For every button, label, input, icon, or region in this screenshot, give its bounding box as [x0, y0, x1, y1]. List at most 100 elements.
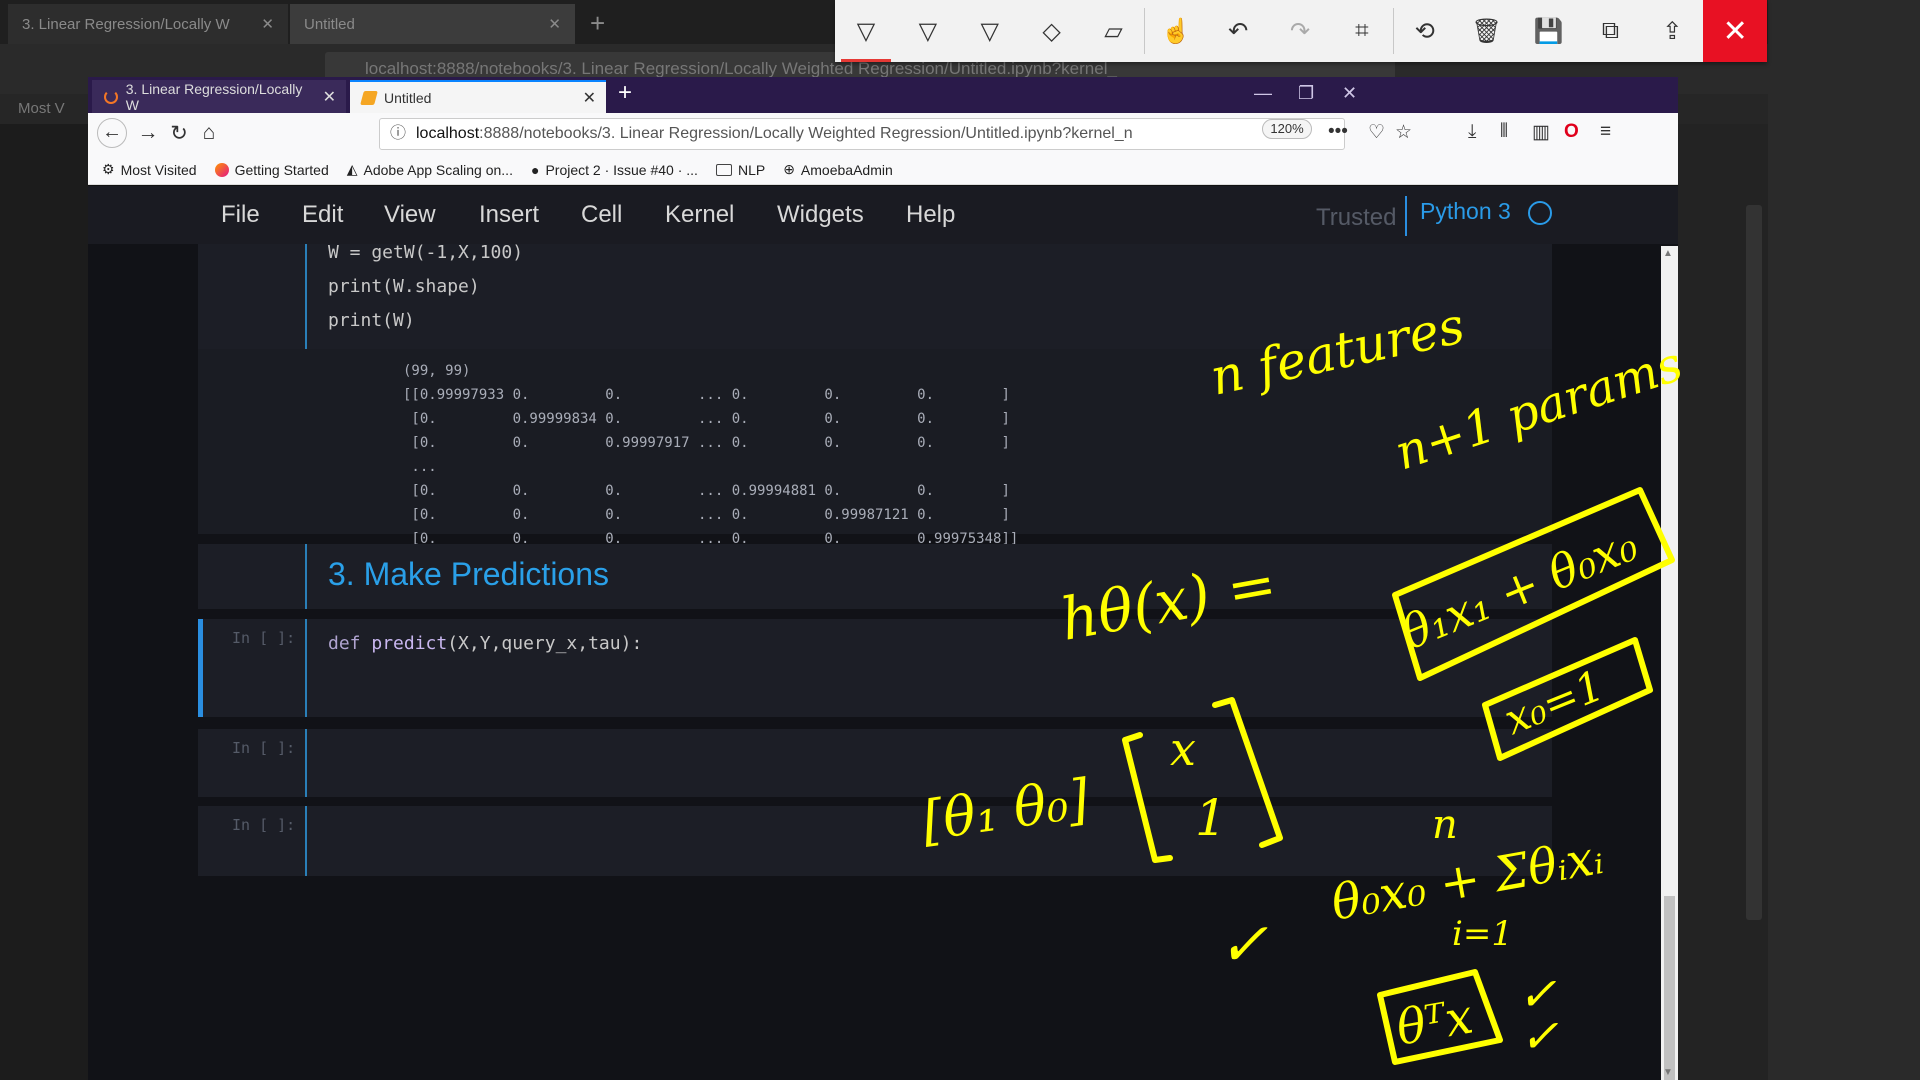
pocket-icon[interactable]: ♡	[1368, 121, 1385, 144]
menu-insert[interactable]: Insert	[479, 201, 539, 229]
bookmark-getting-started[interactable]: Getting Started	[214, 162, 329, 178]
notebook-area: W = getW(-1,X,100) print(W.shape) print(…	[88, 242, 1678, 1080]
code-line[interactable]: W = getW(-1,X,100)	[328, 236, 523, 270]
desktop-edge	[1768, 0, 1920, 1080]
pen-yellow-icon[interactable]: ▽	[835, 0, 897, 62]
background-left-margin	[0, 124, 88, 1080]
adobe-icon: ◭	[346, 161, 358, 177]
jupyter-notebook: File Edit View Insert Cell Kernel Widget…	[88, 186, 1678, 1080]
bookmark-project-2[interactable]: ● Project 2 · Issue #40 · ...	[531, 162, 698, 178]
code-line[interactable]: def predict(X,Y,query_x,tau):	[328, 627, 642, 661]
forward-arrow-icon[interactable]: →	[134, 121, 162, 145]
menu-edit[interactable]: Edit	[302, 201, 343, 229]
minimize-icon[interactable]: —	[1254, 83, 1272, 104]
code-line[interactable]: print(W)	[328, 304, 415, 338]
close-icon[interactable]: ✕	[261, 15, 274, 33]
code-line[interactable]: print(W.shape)	[328, 270, 480, 304]
output-line: [0. 0. 0.99997917 ... 0. 0. 0. ]	[403, 435, 1010, 451]
navigation-bar: ← → ↻ ⌂ ⓘ localhost:8888/notebooks/3. Li…	[88, 113, 1678, 155]
bookmark-star-icon[interactable]: ☆	[1395, 121, 1412, 144]
notebook-icon	[360, 90, 378, 105]
trusted-indicator[interactable]: Trusted	[1316, 204, 1396, 232]
background-tab-2[interactable]: Untitled ✕	[290, 4, 575, 44]
menu-help[interactable]: Help	[906, 201, 955, 229]
bookmark-amoebaadmin[interactable]: ⊕ AmoebaAdmin	[783, 161, 893, 178]
url-bar[interactable]: ⓘ localhost:8888/notebooks/3. Linear Reg…	[379, 118, 1345, 150]
eraser-icon[interactable]: ◇	[1021, 0, 1083, 62]
menu-file[interactable]: File	[221, 201, 260, 229]
close-icon[interactable]: ✕	[323, 87, 336, 107]
menu-widgets[interactable]: Widgets	[777, 201, 864, 229]
back-arrow-icon[interactable]: ←	[97, 118, 127, 148]
code-cell-predict[interactable]: In [ ]: def predict(X,Y,query_x,tau):	[198, 619, 1552, 717]
menu-cell[interactable]: Cell	[581, 201, 622, 229]
output-line: (99, 99)	[403, 363, 471, 379]
more-actions-icon[interactable]: •••	[1328, 121, 1348, 143]
code-cell-getw[interactable]: W = getW(-1,X,100) print(W.shape) print(…	[198, 242, 1552, 349]
bookmark-most-visited[interactable]: ⚙ Most Visited	[102, 161, 197, 178]
redo-icon[interactable]: ↷	[1269, 0, 1331, 62]
restore-icon[interactable]: ❐	[1298, 83, 1314, 104]
bookmark-adobe[interactable]: ◭ Adobe App Scaling on...	[347, 161, 513, 178]
background-scrollbar[interactable]	[1746, 205, 1762, 920]
tab-linear-regression[interactable]: 3. Linear Regression/Locally W ✕	[92, 80, 346, 113]
close-icon[interactable]: ✕	[583, 88, 596, 108]
scroll-down-icon[interactable]: ▼	[1663, 1067, 1673, 1078]
output-line: [0. 0. 0. ... 0. 0.99987121 0. ]	[403, 507, 1010, 523]
home-icon[interactable]: ⌂	[195, 121, 223, 145]
globe-icon: ⊕	[783, 161, 795, 177]
crop-icon[interactable]: ⌗	[1331, 0, 1393, 62]
kernel-separator	[1405, 196, 1407, 236]
code-cell-empty[interactable]: In [ ]:	[198, 729, 1552, 797]
code-cell-empty[interactable]: In [ ]:	[198, 806, 1552, 876]
background-new-tab-icon[interactable]: +	[590, 8, 605, 39]
output-line: [0. 0.99999834 0. ... 0. 0. 0. ]	[403, 411, 1010, 427]
share-icon[interactable]: ⇪	[1641, 0, 1703, 62]
download-icon[interactable]: ⤓	[1468, 121, 1476, 143]
menu-hamburger-icon[interactable]: ≡	[1600, 121, 1611, 143]
screen: 3. Linear Regression/Locally W ✕ Untitled…	[0, 0, 1920, 1080]
browser-window: 3. Linear Regression/Locally W ✕ Untitle…	[88, 77, 1678, 1080]
opera-icon[interactable]: O	[1564, 121, 1579, 143]
background-bookmark-first[interactable]: Most V	[18, 100, 65, 117]
annotation-close-button[interactable]: ✕	[1703, 0, 1768, 62]
background-tab-1[interactable]: 3. Linear Regression/Locally W ✕	[8, 4, 288, 44]
kernel-name[interactable]: Python 3	[1420, 198, 1511, 225]
markdown-cell-heading[interactable]: 3. Make Predictions	[198, 544, 1552, 609]
heading-make-predictions: 3. Make Predictions	[328, 556, 610, 592]
background-tab-2-label: Untitled	[304, 15, 355, 33]
sidebar-icon[interactable]: ▥	[1532, 121, 1550, 144]
scroll-up-icon[interactable]: ▲	[1663, 248, 1673, 259]
menu-view[interactable]: View	[384, 201, 436, 229]
kernel-status-icon	[1528, 201, 1552, 225]
copy-icon[interactable]: ⧉	[1580, 0, 1642, 62]
code-text: W = getW(-1,X,100)	[328, 242, 524, 263]
save-icon[interactable]: 💾	[1518, 0, 1580, 62]
output-line: [0. 0. 0. ... 0.99994881 0. 0. ]	[403, 483, 1010, 499]
history-icon[interactable]: ⟲	[1394, 0, 1456, 62]
new-tab-button[interactable]: +	[618, 79, 632, 107]
undo-icon[interactable]: ↶	[1207, 0, 1269, 62]
bookmark-nlp[interactable]: NLP	[715, 161, 766, 178]
bookmark-label: Most Visited	[120, 161, 197, 178]
cell-input-border	[305, 729, 307, 797]
info-icon[interactable]: ⓘ	[390, 119, 406, 149]
menu-kernel[interactable]: Kernel	[665, 201, 734, 229]
github-icon: ●	[530, 161, 540, 178]
bookmark-label: NLP	[737, 161, 766, 178]
delete-icon[interactable]: 🗑	[1456, 0, 1518, 62]
ruler-icon[interactable]: ▱	[1083, 0, 1145, 62]
pen-orange-icon[interactable]: ▽	[897, 0, 959, 62]
close-icon[interactable]: ✕	[548, 15, 561, 33]
cell-prompt: In [ ]:	[232, 816, 296, 834]
url-host: localhost	[416, 125, 480, 142]
window-close-icon[interactable]: ✕	[1342, 83, 1357, 104]
tab-untitled[interactable]: Untitled ✕	[350, 80, 606, 113]
reload-icon[interactable]: ↻	[165, 121, 193, 146]
library-icon[interactable]: ⫴	[1500, 121, 1508, 143]
scroll-thumb[interactable]	[1664, 896, 1675, 1080]
touch-icon[interactable]: ☝	[1145, 0, 1207, 62]
zoom-level[interactable]: 120%	[1262, 119, 1312, 139]
notebook-scrollbar[interactable]: ▲ ▼	[1661, 246, 1678, 1080]
highlighter-icon[interactable]: ▽	[959, 0, 1021, 62]
